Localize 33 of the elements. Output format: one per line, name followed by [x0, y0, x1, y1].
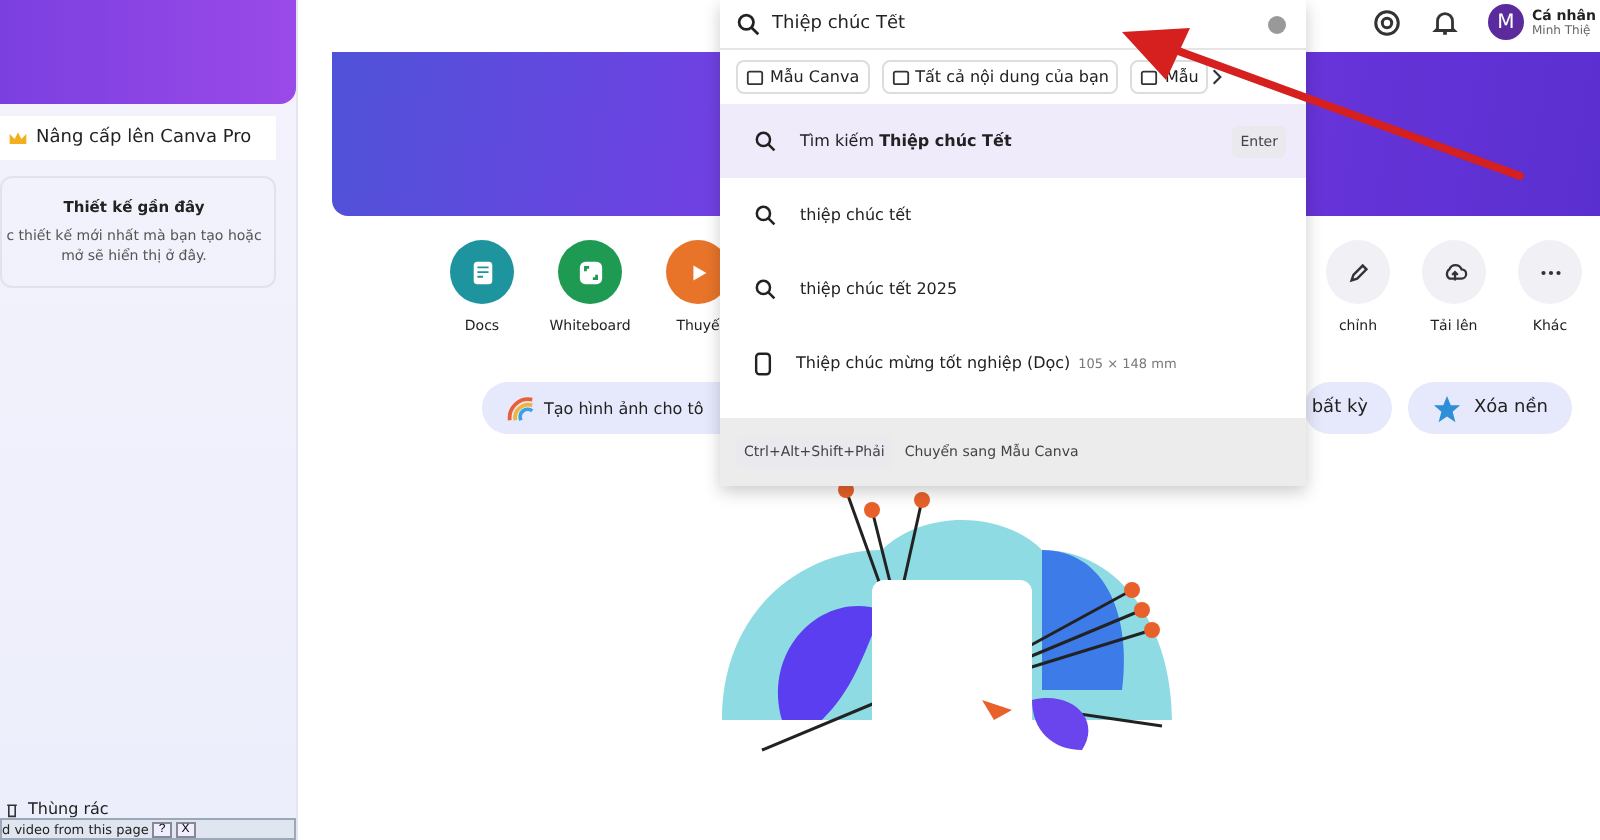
- bell-icon[interactable]: [1430, 7, 1460, 37]
- target-icon[interactable]: [1372, 7, 1402, 37]
- chevron-right-icon[interactable]: [1212, 68, 1223, 86]
- more-icon: [1539, 269, 1561, 275]
- document-icon: [754, 351, 772, 375]
- suggestion-text: thiệp chúc tết: [800, 206, 912, 224]
- suggestion-text: thiệp chúc tết 2025: [800, 280, 958, 298]
- expand-icon: [577, 259, 603, 285]
- cloud-upload-icon: [1441, 259, 1467, 285]
- search-suggestion[interactable]: thiệp chúc tết: [720, 178, 1306, 252]
- suggestion-text: Thiệp chúc mừng tốt nghiệp (Dọc): [796, 354, 1071, 372]
- search-icon: [754, 278, 776, 300]
- filter-chip[interactable]: Tất cả nội dung của bạn: [881, 60, 1119, 94]
- avatar[interactable]: M: [1488, 4, 1524, 40]
- clear-icon[interactable]: [1268, 15, 1286, 33]
- trash-icon: [4, 801, 20, 817]
- shortcut-button[interactable]: [1422, 240, 1486, 304]
- star-icon: [1432, 393, 1462, 423]
- document-icon: [469, 259, 495, 285]
- search-icon: [736, 12, 760, 36]
- ai-tool-button[interactable]: Xóa nền: [1408, 382, 1572, 434]
- filter-chip[interactable]: Mẫu Canva: [736, 60, 870, 94]
- pencil-icon: [1345, 259, 1371, 285]
- search-suggestion[interactable]: thiệp chúc tết 2025: [720, 252, 1306, 326]
- trash-link[interactable]: Thùng rác: [28, 800, 109, 818]
- rainbow-icon: [506, 393, 536, 423]
- suggestion-text: Tìm kiếm Thiệp chúc Tết: [800, 132, 1012, 150]
- search-icon: [754, 204, 776, 226]
- upgrade-button[interactable]: Nâng cấp lên Canva Pro: [0, 116, 276, 160]
- crown-icon: [8, 129, 28, 147]
- search-icon: [754, 130, 776, 152]
- ai-tool-button[interactable]: bất kỳ: [1303, 382, 1392, 434]
- shortcut-button[interactable]: [1326, 240, 1390, 304]
